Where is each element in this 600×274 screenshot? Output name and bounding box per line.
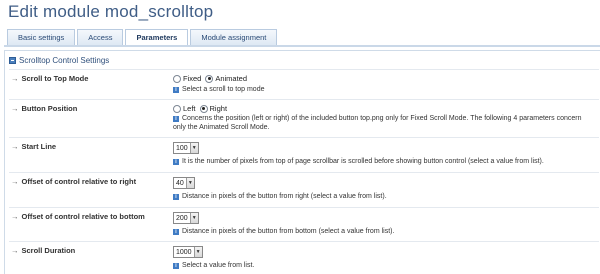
setting-label: → Offset of control relative to right bbox=[11, 177, 137, 186]
section-title: Scrolltop Control Settings bbox=[19, 56, 110, 65]
radio-fixed-label: Fixed bbox=[183, 74, 202, 83]
chevron-down-icon[interactable]: ▼ bbox=[193, 247, 202, 257]
select-value: 1000 bbox=[176, 248, 192, 256]
info-icon: i bbox=[173, 159, 179, 165]
arrow-right-icon: → bbox=[11, 177, 19, 186]
chevron-down-icon[interactable]: ▼ bbox=[189, 143, 198, 153]
info-icon: i bbox=[173, 194, 179, 200]
tab-basic-settings[interactable]: Basic settings bbox=[7, 29, 76, 46]
setting-row-scroll-mode: → Scroll to Top Mode Fixed Animated i Sele… bbox=[9, 69, 599, 96]
start-line-select[interactable]: 100 ▼ bbox=[173, 142, 199, 154]
scroll-duration-select[interactable]: 1000 ▼ bbox=[173, 246, 203, 258]
tab-access[interactable]: Access bbox=[77, 29, 124, 46]
collapse-toggle-icon[interactable] bbox=[9, 57, 16, 64]
radio-fixed[interactable] bbox=[173, 74, 181, 83]
tab-module-assignment[interactable]: Module assignment bbox=[190, 29, 278, 46]
settings-panel: Scrolltop Control Settings → Scroll to To… bbox=[4, 50, 600, 274]
tab-underline bbox=[4, 45, 600, 47]
setting-row-start-line: → Start Line 100 ▼ i It is the number of pi… bbox=[9, 137, 599, 169]
chevron-down-icon[interactable]: ▼ bbox=[189, 213, 198, 223]
button-position-radio-group: Left Right bbox=[173, 104, 231, 113]
info-icon: i bbox=[173, 263, 179, 269]
setting-label: → Scroll to Top Mode bbox=[11, 74, 89, 83]
setting-row-scroll-duration: → Scroll Duration 1000 ▼ i Select a value f… bbox=[9, 241, 599, 274]
select-value: 100 bbox=[176, 144, 188, 152]
select-value: 40 bbox=[176, 179, 184, 187]
setting-description: i Concerns the position (left or right) o… bbox=[173, 115, 582, 131]
setting-row-button-position: → Button Position Left Right i Concerns th… bbox=[9, 99, 599, 134]
select-value: 200 bbox=[176, 214, 188, 222]
scroll-mode-radio-group: Fixed Animated bbox=[173, 74, 251, 83]
info-icon: i bbox=[173, 87, 179, 93]
setting-row-offset-right: → Offset of control relative to right 40 ▼… bbox=[9, 172, 599, 204]
info-icon: i bbox=[173, 229, 179, 235]
setting-label: → Scroll Duration bbox=[11, 246, 76, 255]
section-header[interactable]: Scrolltop Control Settings bbox=[9, 56, 109, 65]
setting-description: i Distance in pixels of the button from b… bbox=[173, 227, 593, 236]
info-icon: i bbox=[173, 116, 179, 122]
setting-label: → Offset of control relative to bottom bbox=[11, 212, 145, 221]
offset-right-select[interactable]: 40 ▼ bbox=[173, 177, 195, 189]
radio-right-label: Right bbox=[209, 104, 228, 113]
setting-description: i Distance in pixels of the button from r… bbox=[173, 192, 593, 201]
page-title: Edit module mod_scrolltop bbox=[8, 2, 214, 21]
setting-label: → Button Position bbox=[11, 104, 78, 113]
setting-description: i Select a value from list. bbox=[173, 261, 593, 270]
arrow-right-icon: → bbox=[11, 246, 19, 255]
setting-description: i Select a scroll to top mode bbox=[173, 85, 593, 94]
arrow-right-icon: → bbox=[11, 212, 19, 221]
arrow-right-icon: → bbox=[11, 104, 19, 113]
offset-bottom-select[interactable]: 200 ▼ bbox=[173, 212, 199, 224]
arrow-right-icon: → bbox=[11, 74, 19, 83]
tab-bar: Basic settings Access Parameters Module … bbox=[7, 29, 279, 47]
chevron-down-icon[interactable]: ▼ bbox=[185, 178, 194, 188]
setting-description: i It is the number of pixels from top of … bbox=[173, 157, 593, 166]
radio-right[interactable] bbox=[199, 104, 208, 113]
radio-animated[interactable] bbox=[205, 74, 214, 83]
radio-left-label: Left bbox=[183, 104, 196, 113]
arrow-right-icon: → bbox=[11, 142, 19, 151]
radio-animated-label: Animated bbox=[215, 74, 248, 83]
radio-left[interactable] bbox=[173, 104, 181, 113]
setting-label: → Start Line bbox=[11, 142, 57, 151]
setting-row-offset-bottom: → Offset of control relative to bottom 20… bbox=[9, 207, 599, 238]
